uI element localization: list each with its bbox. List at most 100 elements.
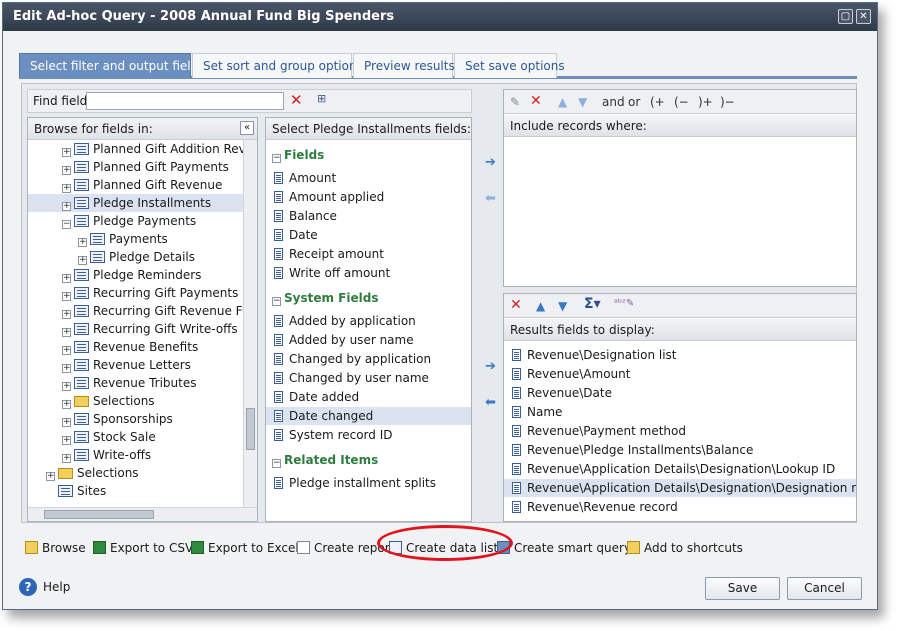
field-item[interactable]: Date added [266, 388, 471, 406]
move-down-icon[interactable]: ▼ [578, 95, 587, 109]
result-field-item[interactable]: Revenue\Application Details\Designation\… [504, 460, 856, 478]
field-item[interactable]: Amount [266, 169, 471, 187]
field-item[interactable]: Balance [266, 207, 471, 225]
add-filter-arrow-icon[interactable]: ➔ [485, 156, 496, 170]
tree-item[interactable]: + Revenue Benefits [28, 338, 244, 356]
tree-item[interactable]: + Pledge Installments [28, 194, 244, 212]
add-close-paren-button[interactable]: )+ [698, 95, 713, 109]
result-field-item[interactable]: Revenue\Revenue record [504, 498, 856, 516]
remove-open-paren-button[interactable]: (− [674, 95, 689, 109]
or-button[interactable]: or [628, 95, 640, 109]
field-item[interactable]: Date changed [266, 407, 471, 425]
tree-item[interactable]: + Selections [28, 464, 244, 482]
field-item[interactable]: Receipt amount [266, 245, 471, 263]
tree-item[interactable]: − Pledge Payments [28, 212, 244, 230]
result-field-item[interactable]: Revenue\Date [504, 384, 856, 402]
expand-icon[interactable]: + [62, 328, 71, 337]
delete-output-icon[interactable]: ✕ [510, 298, 522, 312]
tree-item[interactable]: + Revenue Tributes [28, 374, 244, 392]
action-create-report[interactable]: Create report [297, 539, 394, 555]
action-export-to-csv[interactable]: Export to CSV [93, 539, 193, 555]
collapse-icon[interactable]: − [272, 154, 281, 163]
filter-edit-icon[interactable]: ✎ [510, 95, 520, 109]
and-button[interactable]: and [602, 95, 625, 109]
add-open-paren-button[interactable]: (+ [650, 95, 665, 109]
expand-icon[interactable]: + [62, 400, 71, 409]
help-link[interactable]: Help [43, 580, 70, 594]
remove-close-paren-button[interactable]: )− [720, 95, 735, 109]
action-create-smart-query[interactable]: Create smart query [497, 539, 631, 555]
field-section-header[interactable]: − Related Items [266, 451, 471, 469]
expand-icon[interactable]: + [62, 202, 71, 211]
tree-item[interactable]: + Recurring Gift Payments [28, 284, 244, 302]
field-item[interactable]: System record ID [266, 426, 471, 444]
action-browse[interactable]: Browse [25, 539, 86, 555]
collapse-icon[interactable]: − [62, 220, 71, 229]
move-output-down-icon[interactable]: ▼ [558, 299, 567, 313]
tree-hscroll-thumb[interactable] [44, 510, 154, 519]
tree-item[interactable]: + Recurring Gift Revenue Func [28, 302, 244, 320]
move-output-up-icon[interactable]: ▲ [536, 299, 545, 313]
field-item[interactable]: Changed by user name [266, 369, 471, 387]
collapse-icon[interactable]: − [272, 459, 281, 468]
field-item[interactable]: Write off amount [266, 264, 471, 282]
cancel-button[interactable]: Cancel [787, 577, 862, 600]
tree-item[interactable]: + Planned Gift Revenue [28, 176, 244, 194]
field-section-header[interactable]: − System Fields [266, 289, 471, 307]
action-export-to-excel[interactable]: Export to Excel [191, 539, 299, 555]
move-up-icon[interactable]: ▲ [558, 95, 567, 109]
expand-icon[interactable]: + [62, 436, 71, 445]
tab-preview[interactable]: Preview results [353, 53, 455, 78]
summarize-icon[interactable]: Σ▾ [584, 297, 601, 311]
result-field-item[interactable]: Name [504, 403, 856, 421]
expand-icon[interactable]: + [62, 166, 71, 175]
field-item[interactable]: Date [266, 226, 471, 244]
field-item[interactable]: Added by application [266, 312, 471, 330]
tree-item[interactable]: + Selections [28, 392, 244, 410]
tree-item[interactable]: + Sponsorships [28, 410, 244, 428]
tree-view-icon[interactable]: ⊞ [317, 92, 326, 106]
tree-item[interactable]: + Planned Gift Payments [28, 158, 244, 176]
expand-icon[interactable]: + [62, 418, 71, 427]
result-field-item[interactable]: Revenue\Amount [504, 365, 856, 383]
field-item[interactable]: Amount applied [266, 188, 471, 206]
field-section-header[interactable]: − Fields [266, 146, 471, 164]
tab-sort-group[interactable]: Set sort and group options [192, 53, 363, 78]
clear-find-icon[interactable]: ✕ [290, 93, 303, 108]
expand-icon[interactable]: + [62, 454, 71, 463]
tree-item[interactable]: + Pledge Reminders [28, 266, 244, 284]
action-add-to-shortcuts[interactable]: Add to shortcuts [627, 539, 743, 555]
action-create-data-list[interactable]: Create data list [389, 539, 498, 555]
field-item[interactable]: Pledge installment splits [266, 474, 471, 492]
field-item[interactable]: Changed by application [266, 350, 471, 368]
tree-scroll-thumb[interactable] [246, 408, 255, 450]
expand-icon[interactable]: + [46, 472, 55, 481]
expand-icon[interactable]: + [62, 184, 71, 193]
result-field-item[interactable]: Revenue\Application Details\Designation\… [504, 479, 856, 497]
expand-icon[interactable]: + [62, 292, 71, 301]
expand-icon[interactable]: + [62, 346, 71, 355]
tree-item[interactable]: + Revenue Letters [28, 356, 244, 374]
rename-field-icon[interactable]: ᵃᵇᶻ✎ [614, 297, 634, 311]
expand-icon[interactable]: + [62, 364, 71, 373]
expand-icon[interactable]: + [78, 256, 87, 265]
tab-save-options[interactable]: Set save options [454, 53, 565, 78]
collapse-pane-icon[interactable]: « [240, 121, 254, 135]
tree-horizontal-scrollbar[interactable] [28, 507, 257, 521]
find-field-input[interactable] [86, 92, 284, 110]
delete-filter-icon[interactable]: ✕ [530, 94, 542, 108]
expand-icon[interactable]: + [62, 310, 71, 319]
tree-item[interactable]: + Recurring Gift Write-offs [28, 320, 244, 338]
expand-icon[interactable]: + [62, 274, 71, 283]
tree-vertical-scrollbar[interactable] [243, 140, 257, 508]
tree-item[interactable]: + Pledge Details [28, 248, 244, 266]
expand-icon[interactable]: + [62, 148, 71, 157]
tree-item[interactable]: + Planned Gift Addition Reven [28, 140, 244, 158]
field-item[interactable]: Added by user name [266, 331, 471, 349]
remove-filter-arrow-icon[interactable]: ⬅ [485, 192, 496, 206]
tab-select-fields[interactable]: Select filter and output fields [19, 53, 205, 78]
help-icon[interactable]: ? [19, 578, 37, 596]
remove-output-arrow-icon[interactable]: ⬅ [485, 396, 496, 410]
collapse-icon[interactable]: − [272, 297, 281, 306]
result-field-item[interactable]: Revenue\Payment method [504, 422, 856, 440]
